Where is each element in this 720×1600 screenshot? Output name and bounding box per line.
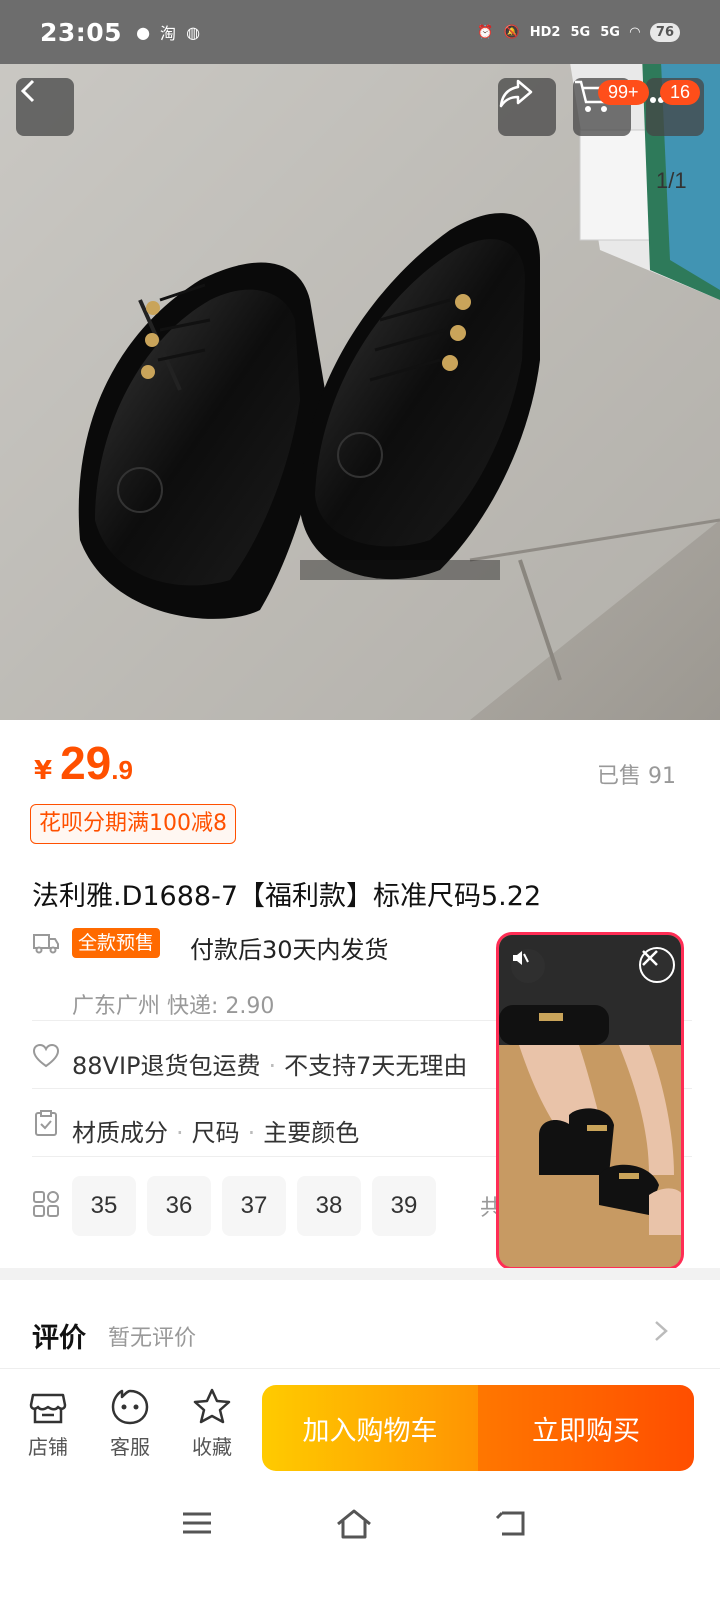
reviews-empty-text: 暂无评价	[108, 1326, 197, 1351]
system-nav-bar	[0, 1480, 720, 1600]
spec-item: 尺码	[191, 1119, 240, 1147]
floating-video[interactable]	[496, 932, 684, 1270]
back-nav-icon[interactable]	[494, 1508, 528, 1538]
section-gap	[0, 1268, 720, 1280]
favorite-button[interactable]: 收藏	[182, 1387, 242, 1460]
message-count-badge: 16	[660, 80, 701, 105]
status-app-icons: ● 淘 ◍	[136, 20, 200, 44]
taobao-icon: 淘	[160, 24, 177, 43]
price: ¥ 29 .9	[34, 736, 133, 790]
wechat-icon: ◍	[186, 22, 201, 42]
service-item: 不支持7天无理由	[284, 1052, 468, 1080]
mute-button[interactable]	[511, 949, 545, 983]
size-option[interactable]: 39	[372, 1176, 436, 1236]
presale-tag: 全款预售	[72, 928, 161, 958]
store-icon	[29, 1393, 67, 1424]
video-frame	[499, 935, 681, 1267]
clipboard-check-icon	[35, 1110, 57, 1136]
star-icon	[193, 1388, 231, 1424]
store-label: 店铺	[28, 1435, 68, 1459]
share-icon	[499, 79, 533, 108]
product-specs[interactable]: 材质成分 · 尺码 · 主要颜色	[72, 1113, 359, 1148]
alarm-icon: ⏰	[477, 24, 494, 40]
mute-icon: 🔕	[503, 24, 520, 40]
home-icon[interactable]	[334, 1508, 374, 1540]
customer-service-button[interactable]: 客服	[100, 1387, 160, 1460]
price-symbol: ¥	[34, 756, 53, 786]
add-to-cart-button[interactable]: 加入购物车	[262, 1385, 478, 1471]
favorite-label: 收藏	[192, 1435, 232, 1459]
truck-icon	[33, 934, 59, 954]
shipping-location: 广东广州 快递: 2.90	[72, 994, 275, 1019]
bottom-action-bar: 店铺 客服 收藏 加入购物车 立即购买	[0, 1368, 720, 1480]
spec-item: 主要颜色	[263, 1119, 360, 1147]
promo-tag[interactable]: 花呗分期满100减8	[30, 804, 236, 844]
share-button[interactable]	[498, 78, 556, 136]
separator-dot: ·	[268, 1052, 277, 1080]
size-option[interactable]: 35	[72, 1176, 136, 1236]
heart-icon	[32, 1043, 60, 1068]
buy-now-button[interactable]: 立即购买	[478, 1385, 694, 1471]
close-icon	[642, 950, 658, 966]
grid-icon	[33, 1191, 59, 1217]
image-page-indicator: 1/1	[656, 168, 687, 193]
product-title: 法利雅.D1688-7【福利款】标准尺码5.22	[32, 881, 542, 912]
battery-indicator: 76	[649, 22, 680, 42]
cart-count-badge: 99+	[598, 80, 649, 105]
close-video-button[interactable]	[639, 947, 675, 983]
product-image[interactable]: 99+ 16 1/1	[0, 0, 720, 720]
chevron-left-icon	[20, 79, 35, 103]
store-button[interactable]: 店铺	[18, 1387, 78, 1460]
signal-5g-2: 5G	[600, 24, 620, 40]
reviews-heading[interactable]: 评价	[32, 1316, 86, 1355]
size-option[interactable]: 36	[147, 1176, 211, 1236]
speaker-muted-icon	[513, 951, 529, 965]
customer-service-label: 客服	[110, 1435, 150, 1459]
chat-bubble-icon: ●	[136, 22, 151, 42]
signal-5g-1: 5G	[570, 24, 591, 40]
price-decimal: .9	[111, 755, 133, 785]
separator-dot: ·	[247, 1119, 256, 1147]
size-option[interactable]: 37	[222, 1176, 286, 1236]
sold-count: 已售 91	[597, 764, 676, 789]
wifi-icon: ◠	[629, 24, 640, 40]
menu-icon[interactable]	[180, 1508, 214, 1538]
customer-service-icon	[111, 1389, 149, 1425]
hd-indicator: HD2	[529, 24, 561, 40]
shipping-text[interactable]: 付款后30天内发货	[190, 930, 389, 965]
price-integer: 29	[60, 737, 112, 789]
back-button[interactable]	[16, 78, 74, 136]
service-guarantees[interactable]: 88VIP退货包运费 · 不支持7天无理由	[72, 1046, 502, 1081]
chevron-right-icon[interactable]	[654, 1320, 668, 1342]
status-bar: 23:05 ● 淘 ◍ ⏰ 🔕 HD2 5G 5G ◠ 76	[0, 0, 720, 64]
separator-dot: ·	[176, 1119, 184, 1147]
status-time: 23:05	[40, 17, 123, 47]
spec-item: 材质成分	[72, 1119, 168, 1147]
size-option[interactable]: 38	[297, 1176, 361, 1236]
status-indicators: ⏰ 🔕 HD2 5G 5G ◠ 76	[477, 22, 680, 42]
service-item: 88VIP退货包运费	[72, 1052, 261, 1080]
